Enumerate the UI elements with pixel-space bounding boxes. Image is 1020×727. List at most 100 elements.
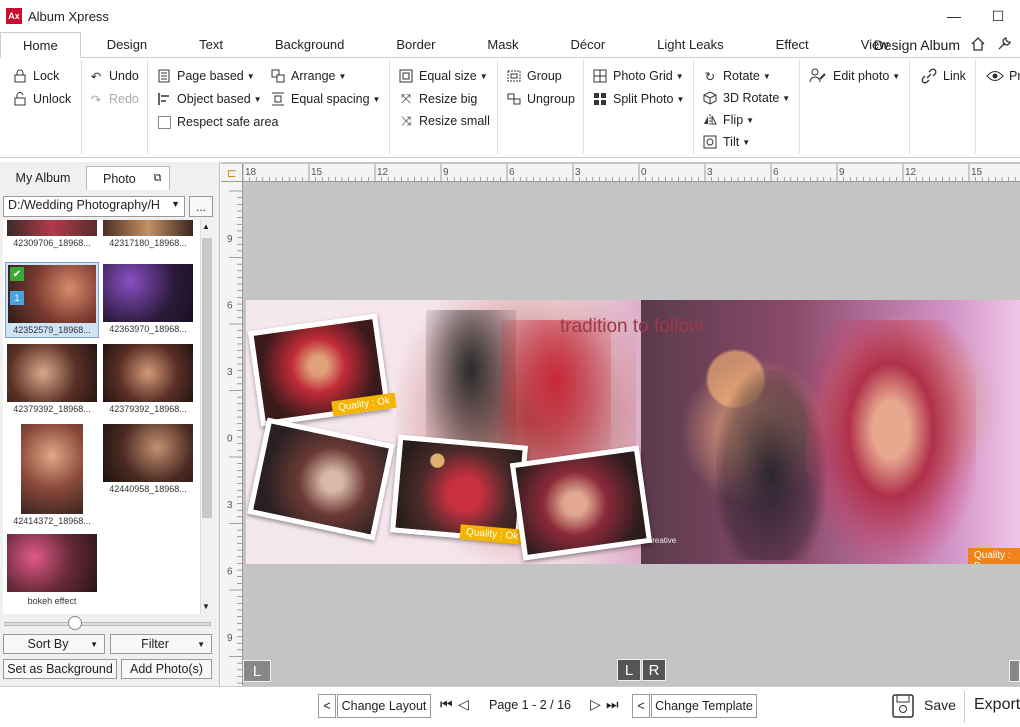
ruler-corner-icon[interactable]: ⊏ [221,164,243,182]
add-photos-button[interactable]: Add Photo(s) [121,659,212,679]
thumbnail-size-slider-thumb[interactable] [67,616,82,630]
split-photo-dropdown[interactable]: Split Photo ▼ [592,89,684,109]
folder-path-text: D:/Wedding Photography/H [8,198,160,212]
edit-photo-dropdown[interactable]: Edit photo ▼ [808,66,900,86]
scrollbar-thumb[interactable] [202,238,212,518]
tab-border[interactable]: Border [370,31,461,57]
tab-home[interactable]: Home [0,32,81,58]
restore-window-icon[interactable]: ⧉ [154,172,162,185]
app-logo-icon: Ax [6,8,22,24]
rotate-label: Rotate [723,69,760,83]
object-based-dropdown[interactable]: Object based ▼ [156,89,262,109]
set-as-background-button[interactable]: Set as Background [3,659,117,679]
resize-small-button[interactable]: ⤨ Resize small [398,111,490,131]
thumbnail-caption: 42309706_18968... [13,238,91,248]
first-page-icon[interactable]: ⏮ [440,696,453,713]
layout-prev-button[interactable]: < [318,694,336,718]
link-button[interactable]: Link [920,66,966,86]
flip-dropdown[interactable]: Flip ▼ [702,110,754,130]
tab-effect[interactable]: Effect [750,31,835,57]
preview-label: Pr [1009,69,1020,83]
unlock-button[interactable]: Unlock [12,89,71,109]
quality-badge: Quality : B [968,548,1020,564]
page-based-dropdown[interactable]: Page based ▼ [156,66,255,86]
photo-thumbnail-list: 42309706_18968... 42317180_18968... ✔ 1 … [3,220,201,614]
change-layout-button[interactable]: Change Layout [337,694,431,718]
last-page-icon[interactable]: ⏭ [606,696,619,713]
change-template-button[interactable]: Change Template [651,694,757,718]
ruler-label: 6 [509,167,515,178]
wrench-icon[interactable] [996,36,1012,55]
headline-text[interactable]: tradition to follow [560,316,703,338]
list-item[interactable]: bokeh effect [7,534,97,608]
thumbnail-caption: 42352579_18968... [13,325,91,335]
list-item[interactable]: ✔ 1 42352579_18968... [5,262,99,338]
equal-spacing-dropdown[interactable]: Equal spacing ▼ [270,89,380,109]
list-item[interactable]: 42414372_18968... [13,424,91,528]
list-item[interactable]: 42309706_18968... [7,220,97,248]
equal-spacing-label: Equal spacing [291,92,370,106]
left-page-button[interactable]: L [243,660,271,682]
tab-mask[interactable]: Mask [461,31,544,57]
list-item[interactable]: 42363970_18968... [103,264,193,338]
minimize-button[interactable]: — [942,4,966,28]
album-spread[interactable]: tradition to follow Quality : Ok Quality… [246,300,1020,564]
tab-text[interactable]: Text [173,31,249,57]
collage-photo-4[interactable] [509,445,653,561]
tab-photo[interactable]: Photo ⧉ [86,166,170,190]
prev-page-icon[interactable]: ◁ [458,696,469,713]
ruler-left-ticks: 9 6 3 0 3 6 9 [227,190,242,684]
tab-decor[interactable]: Décor [544,31,631,57]
left-page-select-button[interactable]: L [617,659,641,681]
tab-light-leaks[interactable]: Light Leaks [631,31,750,57]
design-canvas[interactable]: ⊏ 18 15 12 9 6 3 0 3 6 9 12 15 9 6 3 0 3 6 9 tradition to… [221,162,1020,686]
export-button[interactable]: Export [974,696,1020,714]
equal-spacing-icon [270,91,286,107]
undo-button[interactable]: ↶ Undo [88,66,139,86]
save-button[interactable]: Save [924,697,956,713]
template-prev-button[interactable]: < [632,694,650,718]
next-page-icon[interactable]: ▷ [590,696,601,713]
redo-button[interactable]: ↷ Redo [88,89,139,109]
sort-by-dropdown[interactable]: Sort By ▼ [3,634,105,654]
browse-folder-button[interactable]: ... [189,196,213,217]
ungroup-button[interactable]: Ungroup [506,89,575,109]
maximize-button[interactable]: ☐ [986,4,1010,28]
list-item[interactable]: 42379392_18968... [7,344,97,418]
list-item[interactable]: 42379392_18968... [103,344,193,418]
next-spread-edge[interactable] [1009,660,1020,682]
filter-dropdown[interactable]: Filter ▼ [110,634,212,654]
scroll-down-icon[interactable]: ▼ [202,602,210,611]
list-item[interactable]: 42317180_18968... [103,220,193,248]
preview-button[interactable]: Pr [986,66,1020,86]
photo-grid-dropdown[interactable]: Photo Grid ▼ [592,66,684,86]
ruler-label: 6 [227,301,233,312]
ruler-label: 3 [227,500,233,511]
rotate-dropdown[interactable]: ↻ Rotate ▼ [702,66,771,86]
collage-photo-2[interactable] [247,417,395,541]
chevron-down-icon: ▼ [253,94,262,104]
tab-design[interactable]: Design [81,31,173,57]
resize-big-button[interactable]: ⤧ Resize big [398,89,477,109]
thumbnail-scrollbar[interactable]: ▲ ▼ [200,220,213,614]
folder-path-dropdown[interactable]: D:/Wedding Photography/H ▼ [3,196,185,217]
right-page-select-button[interactable]: R [642,659,666,681]
equal-size-dropdown[interactable]: Equal size ▼ [398,66,488,86]
design-album-link[interactable]: Design Album [874,37,960,53]
thumbnail-size-slider[interactable] [4,622,211,626]
arrange-dropdown[interactable]: Arrange ▼ [270,66,346,86]
ruler-label: 9 [227,234,233,245]
ribbon-toolbar: Lock Unlock ↶ Undo ↷ Redo Page based ▼ Ob… [0,58,1020,158]
save-icon[interactable] [892,694,914,721]
tilt-dropdown[interactable]: Tilt ▼ [702,132,750,152]
respect-safe-area-checkbox[interactable]: Respect safe area [156,112,278,132]
scroll-up-icon[interactable]: ▲ [202,222,210,231]
home-icon[interactable] [970,36,986,55]
list-item[interactable]: 42440958_18968... [103,424,193,498]
tab-background[interactable]: Background [249,31,370,57]
tab-my-album[interactable]: My Album [4,166,82,190]
lock-button[interactable]: Lock [12,66,59,86]
group-button[interactable]: Group [506,66,562,86]
collage-photo-3[interactable] [389,434,529,544]
3d-rotate-dropdown[interactable]: 3D Rotate ▼ [702,88,790,108]
